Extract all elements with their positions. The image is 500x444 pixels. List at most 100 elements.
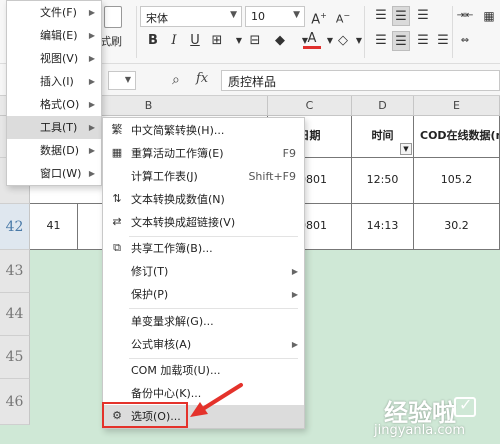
menu-item-edit[interactable]: 编辑(E) ▶ <box>7 24 101 47</box>
menu-item-com-addins[interactable]: COM 加载项(U)... <box>103 359 304 382</box>
header-cell-time[interactable]: 时间 ▼ <box>352 116 414 158</box>
chevron-right-icon: ▶ <box>88 77 95 86</box>
bold-button[interactable]: B <box>144 31 162 51</box>
grow-font-icon: A <box>311 12 321 28</box>
menu-item-revisions[interactable]: 修订(T) ▶ <box>103 260 304 283</box>
menu-item-insert[interactable]: 插入(I) ▶ <box>7 70 101 93</box>
menu-item-label: 数据(D) <box>40 144 80 157</box>
name-box-dropdown[interactable]: ▼ <box>108 71 136 90</box>
row-header-42[interactable]: 42 <box>0 204 30 250</box>
row-header-43[interactable]: 43 <box>0 250 30 293</box>
menu-item-label: 保护(P) <box>131 288 169 301</box>
menu-item-label: 工具(T) <box>40 121 78 134</box>
fill-color-button[interactable]: ◆ <box>271 31 289 51</box>
align-right-button[interactable]: ☰ <box>414 31 432 51</box>
insert-function-button[interactable]: fx <box>196 71 208 86</box>
format-painter-button[interactable]: 式刷 <box>100 33 122 49</box>
menu-item-tools[interactable]: 工具(T) ▶ <box>7 116 101 139</box>
menu-item-share-workbook[interactable]: ⧉ 共享工作簿(B)... <box>103 237 304 260</box>
italic-button[interactable]: I <box>165 31 183 51</box>
font-name-combo[interactable]: 宋体 ▼ <box>140 6 242 27</box>
menu-item-view[interactable]: 视图(V) ▶ <box>7 47 101 70</box>
options-highlight-box <box>102 402 188 428</box>
ribbon-divider <box>364 6 365 58</box>
grid-icon: ▦ <box>483 9 495 23</box>
fx-icon: fx <box>196 71 209 86</box>
font-size-combo[interactable]: 10 ▼ <box>245 6 305 27</box>
merge-button[interactable]: ⊟ <box>246 31 264 51</box>
font-color-button[interactable]: A <box>303 31 321 49</box>
menu-item-format[interactable]: 格式(O) ▶ <box>7 93 101 116</box>
header-cell-cod-text: COD在线数据(m <box>420 129 500 142</box>
shortcut-label: F9 <box>282 147 296 160</box>
clear-dropdown[interactable]: ▼ <box>350 31 368 51</box>
watermark-check-icon: ✓ <box>454 395 476 417</box>
zoom-icon[interactable]: ⌕ <box>172 70 190 90</box>
menu-item-label: 视图(V) <box>40 52 79 65</box>
header-cell-cod[interactable]: COD在线数据(m <box>414 116 500 158</box>
menu-item-text-to-link[interactable]: ⇄ 文本转换成超链接(V) <box>103 211 304 234</box>
menu-item-goal-seek[interactable]: 单变量求解(G)... <box>103 310 304 333</box>
menu-item-label: 窗口(W) <box>40 167 82 180</box>
menu-item-label: 单变量求解(G)... <box>131 315 214 328</box>
menu-item-label: 中文简繁转换(H)... <box>131 124 225 137</box>
ribbon-divider <box>136 6 137 58</box>
row-header-46[interactable]: 46 <box>0 379 30 425</box>
menu-item-window[interactable]: 窗口(W) ▶ <box>7 162 101 185</box>
table-cell[interactable]: 12:50 <box>352 158 414 204</box>
menu-item-calc-sheet[interactable]: 计算工作表(J) Shift+F9 <box>103 165 304 188</box>
cell-value: 41 <box>46 219 61 232</box>
align-center-button[interactable]: ☰ <box>392 31 410 51</box>
chevron-right-icon: ▶ <box>291 340 298 349</box>
menu-item-label: 共享工作簿(B)... <box>131 242 213 255</box>
align-middle-button[interactable]: ☰ <box>392 6 410 26</box>
justify-button[interactable]: ☰ <box>434 31 452 51</box>
menu-item-formula-audit[interactable]: 公式审核(A) ▶ <box>103 333 304 356</box>
filter-dropdown-icon[interactable]: ▼ <box>400 143 412 155</box>
table-cell[interactable]: 14:13 <box>352 204 414 250</box>
menu-item-label: 重算活动工作簿(E) <box>131 147 224 160</box>
underline-button[interactable]: U <box>186 31 204 51</box>
row-header-45[interactable]: 45 <box>0 336 30 379</box>
menu-item-protect[interactable]: 保护(P) ▶ <box>103 283 304 306</box>
border-button[interactable]: ⊞ <box>208 31 226 51</box>
table-cell[interactable]: 30.2 <box>414 204 500 250</box>
chevron-right-icon: ▶ <box>291 290 298 299</box>
column-header-e[interactable]: E <box>414 96 500 116</box>
table-cell[interactable]: 105.2 <box>414 158 500 204</box>
more-ribbon-button[interactable]: ▦ <box>480 6 498 26</box>
paste-format-icon[interactable] <box>104 6 122 28</box>
formula-input[interactable]: 质控样品 <box>221 70 500 91</box>
merge-center-button[interactable]: ⇔ <box>456 31 474 51</box>
grow-font-button[interactable]: A+ <box>310 6 328 28</box>
menu-item-chinese-conversion[interactable]: 繁中文简繁转换(H)... <box>103 119 304 142</box>
bold-icon: B <box>148 33 158 48</box>
menu-item-label: 文本转换成超链接(V) <box>131 216 236 229</box>
align-top-icon: ☰ <box>375 8 387 23</box>
column-header-c[interactable]: C <box>268 96 352 116</box>
menu-item-recalc-workbook[interactable]: ▦ 重算活动工作簿(E) F9 <box>103 142 304 165</box>
menu-item-file[interactable]: 文件(F) ▶ <box>7 1 101 24</box>
chevron-right-icon: ▶ <box>291 267 298 276</box>
main-menu: 文件(F) ▶ 编辑(E) ▶ 视图(V) ▶ 插入(I) ▶ 格式(O) ▶ 工具(T)… <box>6 0 102 186</box>
row-header-44[interactable]: 44 <box>0 293 30 336</box>
menu-item-label: 计算工作表(J) <box>131 170 198 183</box>
menu-item-label: 修订(T) <box>131 265 169 278</box>
share-icon: ⧉ <box>113 241 121 254</box>
align-top-button[interactable]: ☰ <box>372 6 390 26</box>
merge-center-icon: ⇔ <box>460 35 470 46</box>
menu-item-label: 公式审核(A) <box>131 338 192 351</box>
column-header-d[interactable]: D <box>352 96 414 116</box>
wrap-button[interactable]: ⇥⇤ <box>456 6 474 26</box>
shrink-font-button[interactable]: A− <box>334 6 352 26</box>
align-middle-icon: ☰ <box>395 9 407 24</box>
header-cell-time-text: 时间 <box>371 129 394 142</box>
align-bottom-button[interactable]: ☰ <box>414 6 432 26</box>
align-bottom-icon: ☰ <box>417 8 429 23</box>
align-left-button[interactable]: ☰ <box>372 31 390 51</box>
menu-item-text-to-number[interactable]: ⇅ 文本转换成数值(N) <box>103 188 304 211</box>
chevron-right-icon: ▶ <box>88 54 95 63</box>
cell-value: 12:50 <box>366 173 399 186</box>
table-cell[interactable]: 41 <box>30 204 78 250</box>
menu-item-data[interactable]: 数据(D) ▶ <box>7 139 101 162</box>
